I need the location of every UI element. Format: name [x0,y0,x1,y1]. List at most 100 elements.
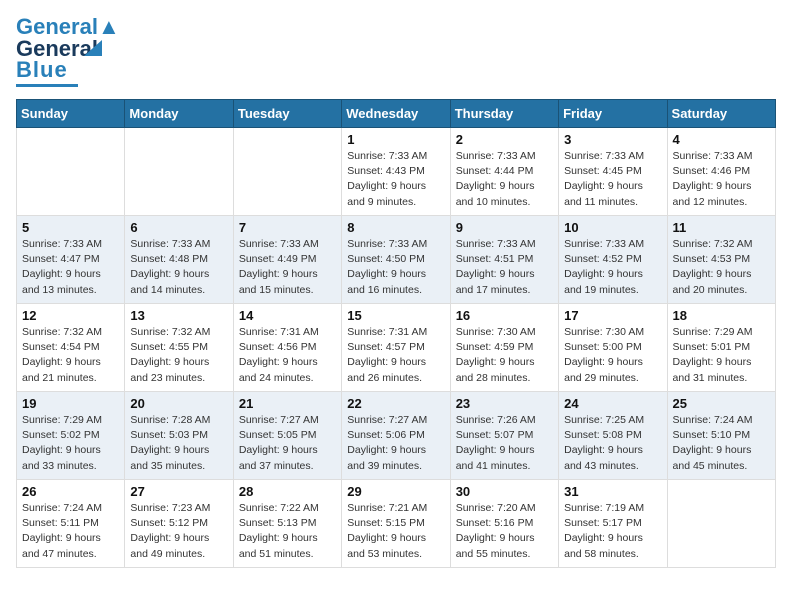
day-number: 1 [347,132,444,147]
calendar-cell [17,128,125,216]
calendar-cell: 7 Sunrise: 7:33 AM Sunset: 4:49 PM Daylig… [233,216,341,304]
logo-triangle-icon [84,40,102,56]
day-info: Sunrise: 7:29 AM Sunset: 5:01 PM Dayligh… [673,325,770,386]
day-info: Sunrise: 7:33 AM Sunset: 4:43 PM Dayligh… [347,149,444,210]
day-info: Sunrise: 7:22 AM Sunset: 5:13 PM Dayligh… [239,501,336,562]
calendar-cell [233,128,341,216]
calendar-cell: 25 Sunrise: 7:24 AM Sunset: 5:10 PM Dayli… [667,392,775,480]
calendar-cell: 26 Sunrise: 7:24 AM Sunset: 5:11 PM Dayli… [17,480,125,568]
day-info: Sunrise: 7:33 AM Sunset: 4:49 PM Dayligh… [239,237,336,298]
weekday-header-sunday: Sunday [17,100,125,128]
calendar-cell [125,128,233,216]
day-info: Sunrise: 7:33 AM Sunset: 4:47 PM Dayligh… [22,237,119,298]
day-number: 7 [239,220,336,235]
day-number: 26 [22,484,119,499]
calendar-cell: 15 Sunrise: 7:31 AM Sunset: 4:57 PM Dayli… [342,304,450,392]
day-number: 30 [456,484,553,499]
day-number: 8 [347,220,444,235]
calendar-cell: 31 Sunrise: 7:19 AM Sunset: 5:17 PM Dayli… [559,480,667,568]
day-number: 13 [130,308,227,323]
calendar-cell: 6 Sunrise: 7:33 AM Sunset: 4:48 PM Daylig… [125,216,233,304]
day-info: Sunrise: 7:32 AM Sunset: 4:53 PM Dayligh… [673,237,770,298]
calendar-cell: 20 Sunrise: 7:28 AM Sunset: 5:03 PM Dayli… [125,392,233,480]
logo-blue-text: Blue [16,57,68,83]
day-number: 15 [347,308,444,323]
day-info: Sunrise: 7:33 AM Sunset: 4:45 PM Dayligh… [564,149,661,210]
day-number: 31 [564,484,661,499]
calendar-cell: 5 Sunrise: 7:33 AM Sunset: 4:47 PM Daylig… [17,216,125,304]
calendar-cell: 17 Sunrise: 7:30 AM Sunset: 5:00 PM Dayli… [559,304,667,392]
calendar-cell: 28Sunrise: 7:22 AM Sunset: 5:13 PM Dayli… [233,480,341,568]
calendar-cell: 4 Sunrise: 7:33 AM Sunset: 4:46 PM Daylig… [667,128,775,216]
day-info: Sunrise: 7:19 AM Sunset: 5:17 PM Dayligh… [564,501,661,562]
day-info: Sunrise: 7:27 AM Sunset: 5:05 PM Dayligh… [239,413,336,474]
day-info: Sunrise: 7:33 AM Sunset: 4:52 PM Dayligh… [564,237,661,298]
day-number: 20 [130,396,227,411]
day-info: Sunrise: 7:21 AM Sunset: 5:15 PM Dayligh… [347,501,444,562]
calendar-cell: 29 Sunrise: 7:21 AM Sunset: 5:15 PM Dayli… [342,480,450,568]
day-number: 23 [456,396,553,411]
day-info: Sunrise: 7:29 AM Sunset: 5:02 PM Dayligh… [22,413,119,474]
calendar-cell: 24 Sunrise: 7:25 AM Sunset: 5:08 PM Dayli… [559,392,667,480]
day-info: Sunrise: 7:30 AM Sunset: 5:00 PM Dayligh… [564,325,661,386]
logo-underline [16,84,78,87]
day-info: Sunrise: 7:31 AM Sunset: 4:57 PM Dayligh… [347,325,444,386]
calendar-week-row: 26 Sunrise: 7:24 AM Sunset: 5:11 PM Dayli… [17,480,776,568]
day-number: 17 [564,308,661,323]
calendar-cell: 1 Sunrise: 7:33 AM Sunset: 4:43 PM Daylig… [342,128,450,216]
day-info: Sunrise: 7:31 AM Sunset: 4:56 PM Dayligh… [239,325,336,386]
day-number: 14 [239,308,336,323]
day-info: Sunrise: 7:33 AM Sunset: 4:48 PM Dayligh… [130,237,227,298]
day-info: Sunrise: 7:28 AM Sunset: 5:03 PM Dayligh… [130,413,227,474]
weekday-header-friday: Friday [559,100,667,128]
day-info: Sunrise: 7:32 AM Sunset: 4:54 PM Dayligh… [22,325,119,386]
logo: General▲ General Blue [16,16,120,87]
calendar-week-row: 19Sunrise: 7:29 AM Sunset: 5:02 PM Dayli… [17,392,776,480]
calendar-cell: 27Sunrise: 7:23 AM Sunset: 5:12 PM Dayli… [125,480,233,568]
day-info: Sunrise: 7:24 AM Sunset: 5:10 PM Dayligh… [673,413,770,474]
day-info: Sunrise: 7:27 AM Sunset: 5:06 PM Dayligh… [347,413,444,474]
calendar-week-row: 1 Sunrise: 7:33 AM Sunset: 4:43 PM Daylig… [17,128,776,216]
calendar-cell: 18Sunrise: 7:29 AM Sunset: 5:01 PM Dayli… [667,304,775,392]
day-number: 22 [347,396,444,411]
day-info: Sunrise: 7:30 AM Sunset: 4:59 PM Dayligh… [456,325,553,386]
day-number: 4 [673,132,770,147]
logo-blue: ▲ [98,14,120,39]
calendar-cell: 22 Sunrise: 7:27 AM Sunset: 5:06 PM Dayli… [342,392,450,480]
day-number: 25 [673,396,770,411]
calendar-cell: 14 Sunrise: 7:31 AM Sunset: 4:56 PM Dayli… [233,304,341,392]
calendar-cell: 3 Sunrise: 7:33 AM Sunset: 4:45 PM Daylig… [559,128,667,216]
day-info: Sunrise: 7:33 AM Sunset: 4:46 PM Dayligh… [673,149,770,210]
calendar-cell: 23 Sunrise: 7:26 AM Sunset: 5:07 PM Dayli… [450,392,558,480]
calendar-cell: 13 Sunrise: 7:32 AM Sunset: 4:55 PM Dayli… [125,304,233,392]
day-number: 29 [347,484,444,499]
day-info: Sunrise: 7:26 AM Sunset: 5:07 PM Dayligh… [456,413,553,474]
day-info: Sunrise: 7:20 AM Sunset: 5:16 PM Dayligh… [456,501,553,562]
day-number: 5 [22,220,119,235]
calendar-cell: 2Sunrise: 7:33 AM Sunset: 4:44 PM Daylig… [450,128,558,216]
weekday-header-saturday: Saturday [667,100,775,128]
day-number: 11 [673,220,770,235]
calendar-cell: 21Sunrise: 7:27 AM Sunset: 5:05 PM Dayli… [233,392,341,480]
day-number: 24 [564,396,661,411]
calendar-cell: 19Sunrise: 7:29 AM Sunset: 5:02 PM Dayli… [17,392,125,480]
day-info: Sunrise: 7:33 AM Sunset: 4:50 PM Dayligh… [347,237,444,298]
logo-text: General▲ [16,16,120,38]
weekday-header-thursday: Thursday [450,100,558,128]
calendar-cell: 9Sunrise: 7:33 AM Sunset: 4:51 PM Daylig… [450,216,558,304]
calendar-cell: 30 Sunrise: 7:20 AM Sunset: 5:16 PM Dayli… [450,480,558,568]
calendar-cell: 12 Sunrise: 7:32 AM Sunset: 4:54 PM Dayli… [17,304,125,392]
calendar-cell: 11 Sunrise: 7:32 AM Sunset: 4:53 PM Dayli… [667,216,775,304]
day-number: 10 [564,220,661,235]
day-number: 9 [456,220,553,235]
day-number: 3 [564,132,661,147]
day-info: Sunrise: 7:25 AM Sunset: 5:08 PM Dayligh… [564,413,661,474]
day-number: 27 [130,484,227,499]
day-number: 2 [456,132,553,147]
calendar-cell: 10 Sunrise: 7:33 AM Sunset: 4:52 PM Dayli… [559,216,667,304]
weekday-header-monday: Monday [125,100,233,128]
day-number: 6 [130,220,227,235]
day-number: 12 [22,308,119,323]
day-info: Sunrise: 7:32 AM Sunset: 4:55 PM Dayligh… [130,325,227,386]
day-info: Sunrise: 7:24 AM Sunset: 5:11 PM Dayligh… [22,501,119,562]
